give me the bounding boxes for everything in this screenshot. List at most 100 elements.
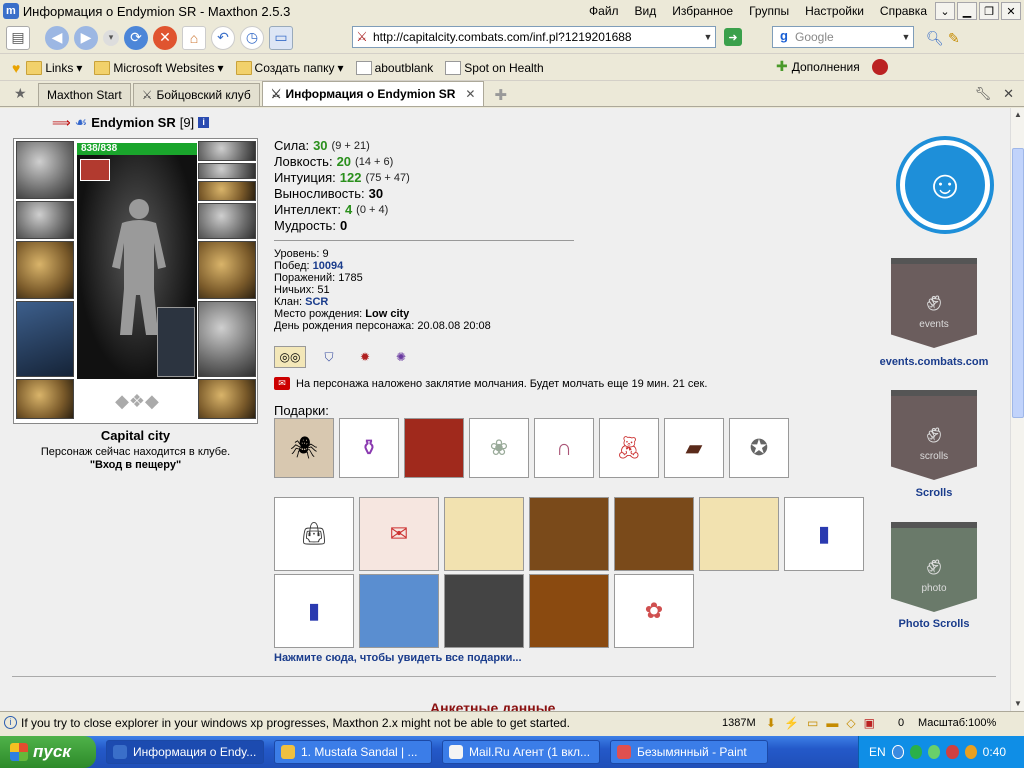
new-tab-button[interactable]: ✚ (486, 83, 515, 106)
scrolls-link[interactable]: Scrolls (884, 487, 984, 499)
purple-medal-icon[interactable]: ✺ (388, 346, 414, 368)
tab-character-info[interactable]: ⚔ Информация о Endymion SR ✕ (261, 81, 485, 106)
close-window-button[interactable]: ✕ (1001, 2, 1021, 20)
helmet-slot[interactable] (16, 141, 74, 199)
gift-item[interactable] (359, 574, 439, 648)
gift-item[interactable]: ⚱︎ (339, 418, 399, 478)
zoom-level[interactable]: Масштаб:100% (918, 717, 996, 729)
taskbar-item[interactable]: 1. Mustafa Sandal | ... (274, 740, 432, 764)
address-bar[interactable]: ⚔ http://capitalcity.combats.com/inf.pl?… (352, 26, 716, 48)
highlight-icon[interactable]: ✎ (948, 30, 960, 47)
volume-icon[interactable] (964, 745, 977, 759)
memory-usage[interactable]: 1387M (722, 717, 756, 729)
vertical-scrollbar[interactable]: ▲ ▼ (1010, 108, 1024, 711)
bookmark-create-folder[interactable]: Создать папку ▾ (235, 60, 350, 75)
chevron-down-icon[interactable]: ▼ (899, 32, 913, 42)
bracers-slot[interactable] (16, 201, 74, 239)
scroll-down-icon[interactable]: ▼ (1012, 697, 1024, 711)
bookmark-spot-on-health[interactable]: Spot on Health (445, 60, 549, 75)
buff-icon[interactable] (80, 159, 110, 181)
minimize-button[interactable]: ▁ (957, 2, 977, 20)
gift-item[interactable]: ∩ (534, 418, 594, 478)
gift-item[interactable]: ▮ (274, 574, 354, 648)
gift-item[interactable] (444, 574, 524, 648)
rings-medal-icon[interactable]: ◎◎ (274, 346, 306, 368)
boots-slot[interactable] (198, 379, 256, 419)
info-icon[interactable]: i (198, 117, 210, 128)
tray-app-icon[interactable] (928, 745, 941, 759)
scrolls-banner[interactable]: ✊︎ scrolls (884, 390, 984, 486)
tab-fight-club[interactable]: ⚔ Бойцовский клуб (132, 83, 260, 106)
close-all-icon[interactable]: ✕ (1003, 86, 1014, 102)
combats-logo[interactable]: ☺ (896, 136, 994, 234)
clock-icon[interactable]: ◷ (240, 25, 264, 50)
gift-item[interactable]: 👜︎ (274, 497, 354, 571)
window-icon[interactable]: ▭ (807, 716, 818, 730)
forward-icon[interactable]: ▶ (74, 25, 98, 50)
language-indicator[interactable]: EN (869, 745, 886, 759)
addons-button[interactable]: ✚ Дополнения (776, 58, 888, 75)
events-banner[interactable]: ✊︎ events (884, 258, 984, 354)
gift-item[interactable] (529, 574, 609, 648)
folder-icon[interactable]: ▬ (826, 716, 838, 730)
shield-medal-icon[interactable]: ⛉ (316, 346, 342, 368)
download-icon[interactable]: ⬇ (766, 716, 776, 730)
red-medal-icon[interactable]: ✹ (352, 346, 378, 368)
restore-button[interactable]: ❐ (979, 2, 999, 20)
undo-icon[interactable]: ↶ (211, 25, 235, 50)
go-button[interactable]: ➜ (724, 28, 742, 46)
popup-blocker-icon[interactable]: ▣ (864, 716, 875, 730)
gift-item[interactable]: ✿ (614, 574, 694, 648)
menu-favorites[interactable]: Избранное (664, 4, 741, 18)
menu-view[interactable]: Вид (627, 4, 665, 18)
all-gifts-link[interactable]: Нажмите сюда, чтобы увидеть все подарки.… (274, 652, 522, 664)
screen-icon[interactable]: ▭ (269, 25, 293, 50)
armor-slot[interactable] (16, 301, 74, 377)
gift-item[interactable]: ✪ (729, 418, 789, 478)
search-input[interactable]: Google (795, 30, 834, 44)
search-icon[interactable]: 🔍︎ (926, 30, 944, 47)
refresh-icon[interactable]: ⟳ (124, 25, 148, 50)
start-button[interactable]: пуск (0, 736, 96, 768)
stop-icon[interactable]: ✕ (153, 25, 177, 50)
lightning-icon[interactable]: ⚡ (784, 716, 799, 730)
bookmark-links[interactable]: Links ▾ (26, 60, 88, 75)
gift-item[interactable]: 🧸︎ (599, 418, 659, 478)
events-link[interactable]: events.combats.com (870, 356, 998, 368)
antivirus-icon[interactable] (946, 745, 959, 759)
photo-scrolls-link[interactable]: Photo Scrolls (884, 618, 984, 630)
gift-item[interactable] (529, 497, 609, 571)
close-tab-icon[interactable]: ✕ (465, 87, 475, 101)
gift-item[interactable]: 🕷︎ (274, 418, 334, 478)
pet-slot[interactable] (157, 307, 195, 377)
taskbar-item[interactable]: Безымянный - Paint (610, 740, 768, 764)
gift-item[interactable]: ❀ (469, 418, 529, 478)
rings-slot[interactable] (198, 181, 256, 201)
home-icon[interactable]: ⌂ (182, 25, 206, 50)
amulet-slot[interactable] (198, 163, 256, 179)
record-icon[interactable] (871, 58, 888, 75)
leggings-slot[interactable] (198, 301, 256, 377)
menu-settings[interactable]: Настройки (797, 4, 872, 18)
history-dropdown-icon[interactable]: ▾ (103, 29, 119, 46)
gift-item[interactable]: ✉ (359, 497, 439, 571)
belt-slot[interactable] (16, 379, 74, 419)
bookmark-microsoft-websites[interactable]: Microsoft Websites ▾ (94, 60, 229, 75)
scroll-thumb[interactable] (1012, 148, 1024, 418)
menu-file[interactable]: Файл (581, 4, 627, 18)
gift-item[interactable] (614, 497, 694, 571)
network-icon[interactable] (891, 745, 905, 759)
new-page-icon[interactable]: ▤ (6, 25, 30, 50)
gift-item[interactable]: ▮ (784, 497, 864, 571)
collapse-icon[interactable]: ⌄ (935, 2, 955, 20)
tab-maxthon-start[interactable]: Maxthon Start (38, 83, 131, 106)
url-text[interactable]: http://capitalcity.combats.com/inf.pl?12… (371, 30, 632, 44)
bookmark-aboutblank[interactable]: aboutblank (355, 60, 440, 75)
scroll-up-icon[interactable]: ▲ (1012, 108, 1024, 122)
gloves-slot[interactable] (198, 203, 256, 239)
weapon-right-slot[interactable] (198, 241, 256, 299)
gift-item[interactable] (444, 497, 524, 571)
search-box[interactable]: g Google ▼ (772, 26, 914, 48)
clan-link[interactable]: SCR (305, 296, 328, 308)
earrings-slot[interactable] (198, 141, 256, 161)
